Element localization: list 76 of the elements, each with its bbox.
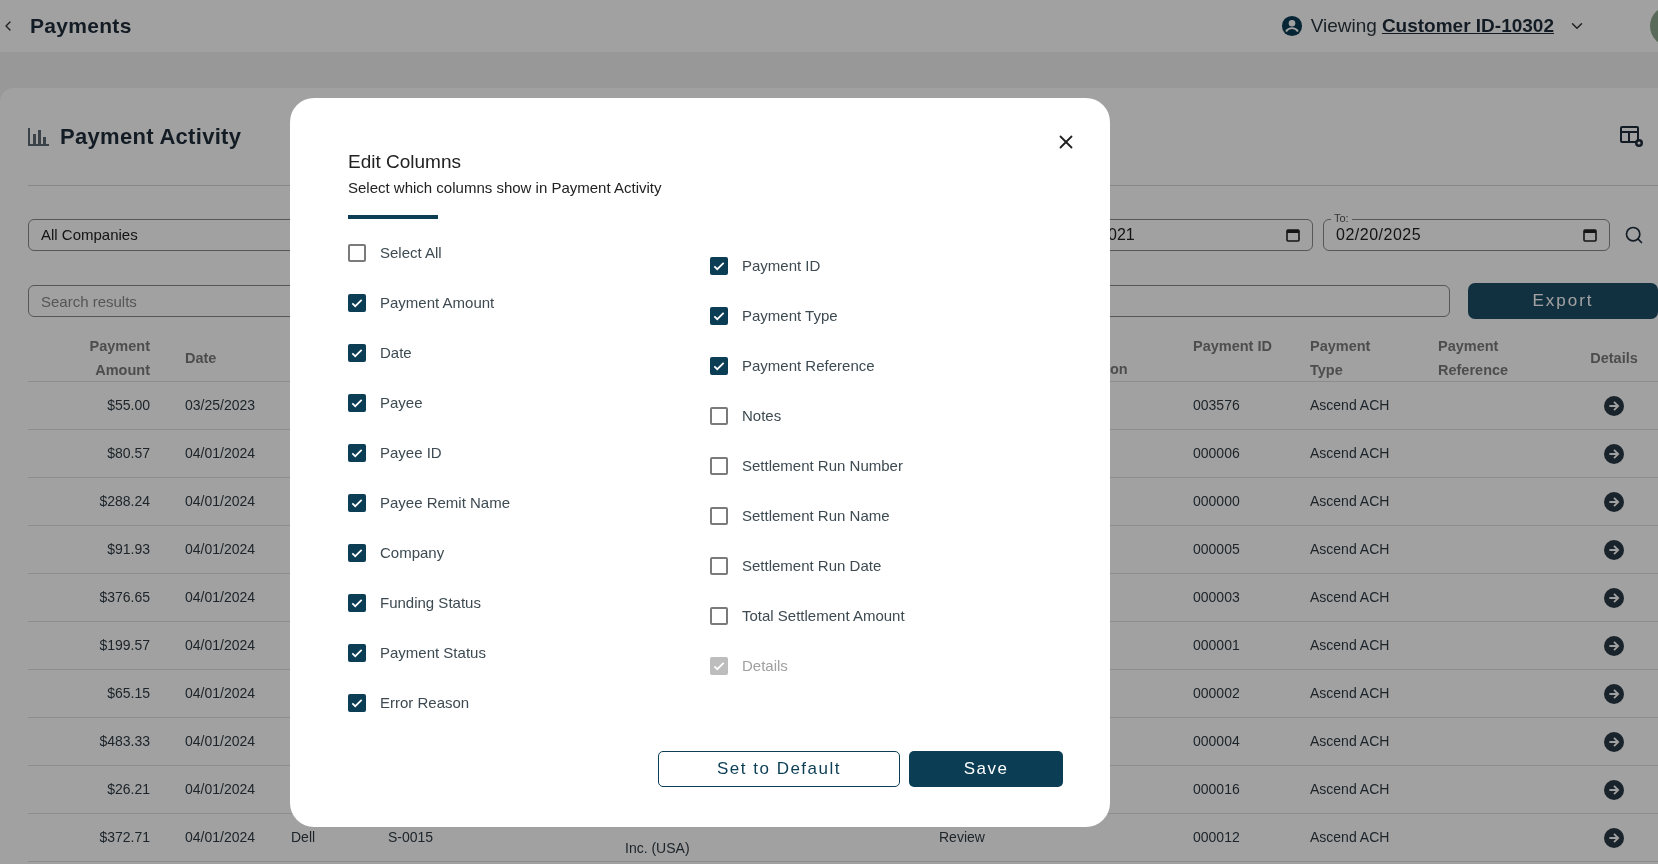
table-cell-text: 04/01/2024: [184, 780, 257, 799]
table-cell-text: 000004: [1193, 732, 1241, 751]
checkbox-label: Notes: [742, 405, 782, 426]
table-cell-text: 000002: [1193, 684, 1241, 703]
checkbox-label: Payment ID: [742, 255, 821, 276]
table-cell-text: 000005: [1193, 540, 1241, 559]
checkbox-label: Details: [742, 655, 788, 676]
checkbox-label: Payment Status: [380, 642, 486, 663]
column-header: on: [1110, 360, 1129, 379]
checkbox-label: Total Settlement Amount: [742, 605, 905, 626]
dialog-subtitle: Select which columns show in Payment Activity: [348, 178, 663, 198]
table-cell-text: 04/01/2024: [184, 540, 257, 559]
table-cell-text: Ascend ACH: [1310, 684, 1391, 703]
page-title: Payments: [30, 13, 132, 40]
table-cell-text: $91.93: [107, 540, 151, 559]
table-cell-text: Ascend ACH: [1310, 732, 1391, 751]
table-cell-text: 000001: [1193, 636, 1241, 655]
table-cell-text: Ascend ACH: [1310, 396, 1391, 415]
checkbox-label: Payee: [380, 392, 423, 413]
table-cell-text: $376.65: [99, 588, 151, 607]
to-label: To:: [1331, 212, 1352, 225]
table-cell-text: Ascend ACH: [1310, 828, 1391, 847]
column-header: Date: [184, 349, 218, 368]
table-cell-text: $372.71: [99, 828, 151, 847]
table-cell-text: 03/25/2023: [184, 396, 257, 415]
table-cell-text: 000006: [1193, 444, 1241, 463]
table-cell-text: S-0015: [388, 828, 435, 847]
table-cell-text: 000000: [1193, 492, 1241, 511]
table-cell-text: $55.00: [107, 396, 151, 415]
table-cell-text: 003576: [1193, 396, 1241, 415]
table-cell-text: Inc. (USA): [625, 839, 691, 858]
column-header: Payment Type: [1310, 337, 1372, 380]
table-cell-text: 04/01/2024: [184, 444, 257, 463]
table-cell-text: $199.57: [99, 636, 151, 655]
table-cell-text: $483.33: [99, 732, 151, 751]
checkbox-label: Settlement Run Number: [742, 455, 903, 476]
checkbox-label: Payee ID: [380, 442, 442, 463]
table-cell-text: 04/01/2024: [184, 732, 257, 751]
checkbox-label: Error Reason: [380, 692, 470, 713]
table-cell-text: Ascend ACH: [1310, 588, 1391, 607]
column-header: Details: [1590, 349, 1638, 368]
table-cell-text: $26.21: [107, 780, 151, 799]
table-cell-text: Ascend ACH: [1310, 444, 1391, 463]
table-cell-text: $80.57: [107, 444, 151, 463]
table-cell-text: 04/01/2024: [184, 828, 257, 847]
table-cell-text: Review: [939, 828, 986, 847]
table-cell-text: $288.24: [99, 492, 151, 511]
checkbox-label: Select All: [380, 242, 442, 263]
table-cell-text: 04/01/2024: [184, 588, 257, 607]
table-cell-text: Ascend ACH: [1310, 780, 1391, 799]
column-header: Payment Reference: [1438, 337, 1510, 380]
checkbox-label: Payment Amount: [380, 292, 495, 313]
checkbox-label: Payee Remit Name: [380, 492, 511, 513]
checkbox-label: Date: [380, 342, 412, 363]
table-cell-text: 04/01/2024: [184, 684, 257, 703]
table-cell-text: 04/01/2024: [184, 636, 257, 655]
table-cell-text: $65.15: [107, 684, 151, 703]
table-cell-text: Ascend ACH: [1310, 636, 1391, 655]
table-cell-text: Dell: [291, 828, 317, 847]
checkbox-label: Settlement Run Date: [742, 555, 882, 576]
table-cell-text: Ascend ACH: [1310, 540, 1391, 559]
checkbox-label: Funding Status: [380, 592, 481, 613]
table-cell-text: 04/01/2024: [184, 492, 257, 511]
table-cell-text: Ascend ACH: [1310, 492, 1391, 511]
column-header: Payment Amount: [88, 337, 151, 380]
dialog-title: Edit Columns: [348, 150, 462, 174]
checkbox-label: Settlement Run Name: [742, 505, 890, 526]
column-header: Payment ID: [1193, 337, 1273, 356]
checkbox-label: Payment Reference: [742, 355, 875, 376]
viewing-label: Viewing: [1310, 13, 1377, 38]
table-cell-text: 000016: [1193, 780, 1241, 799]
table-cell-text: 000012: [1193, 828, 1241, 847]
table-cell-text: 000003: [1193, 588, 1241, 607]
section-title: Payment Activity: [60, 123, 242, 151]
checkbox-label: Company: [380, 542, 445, 563]
checkbox-label: Payment Type: [742, 305, 838, 326]
